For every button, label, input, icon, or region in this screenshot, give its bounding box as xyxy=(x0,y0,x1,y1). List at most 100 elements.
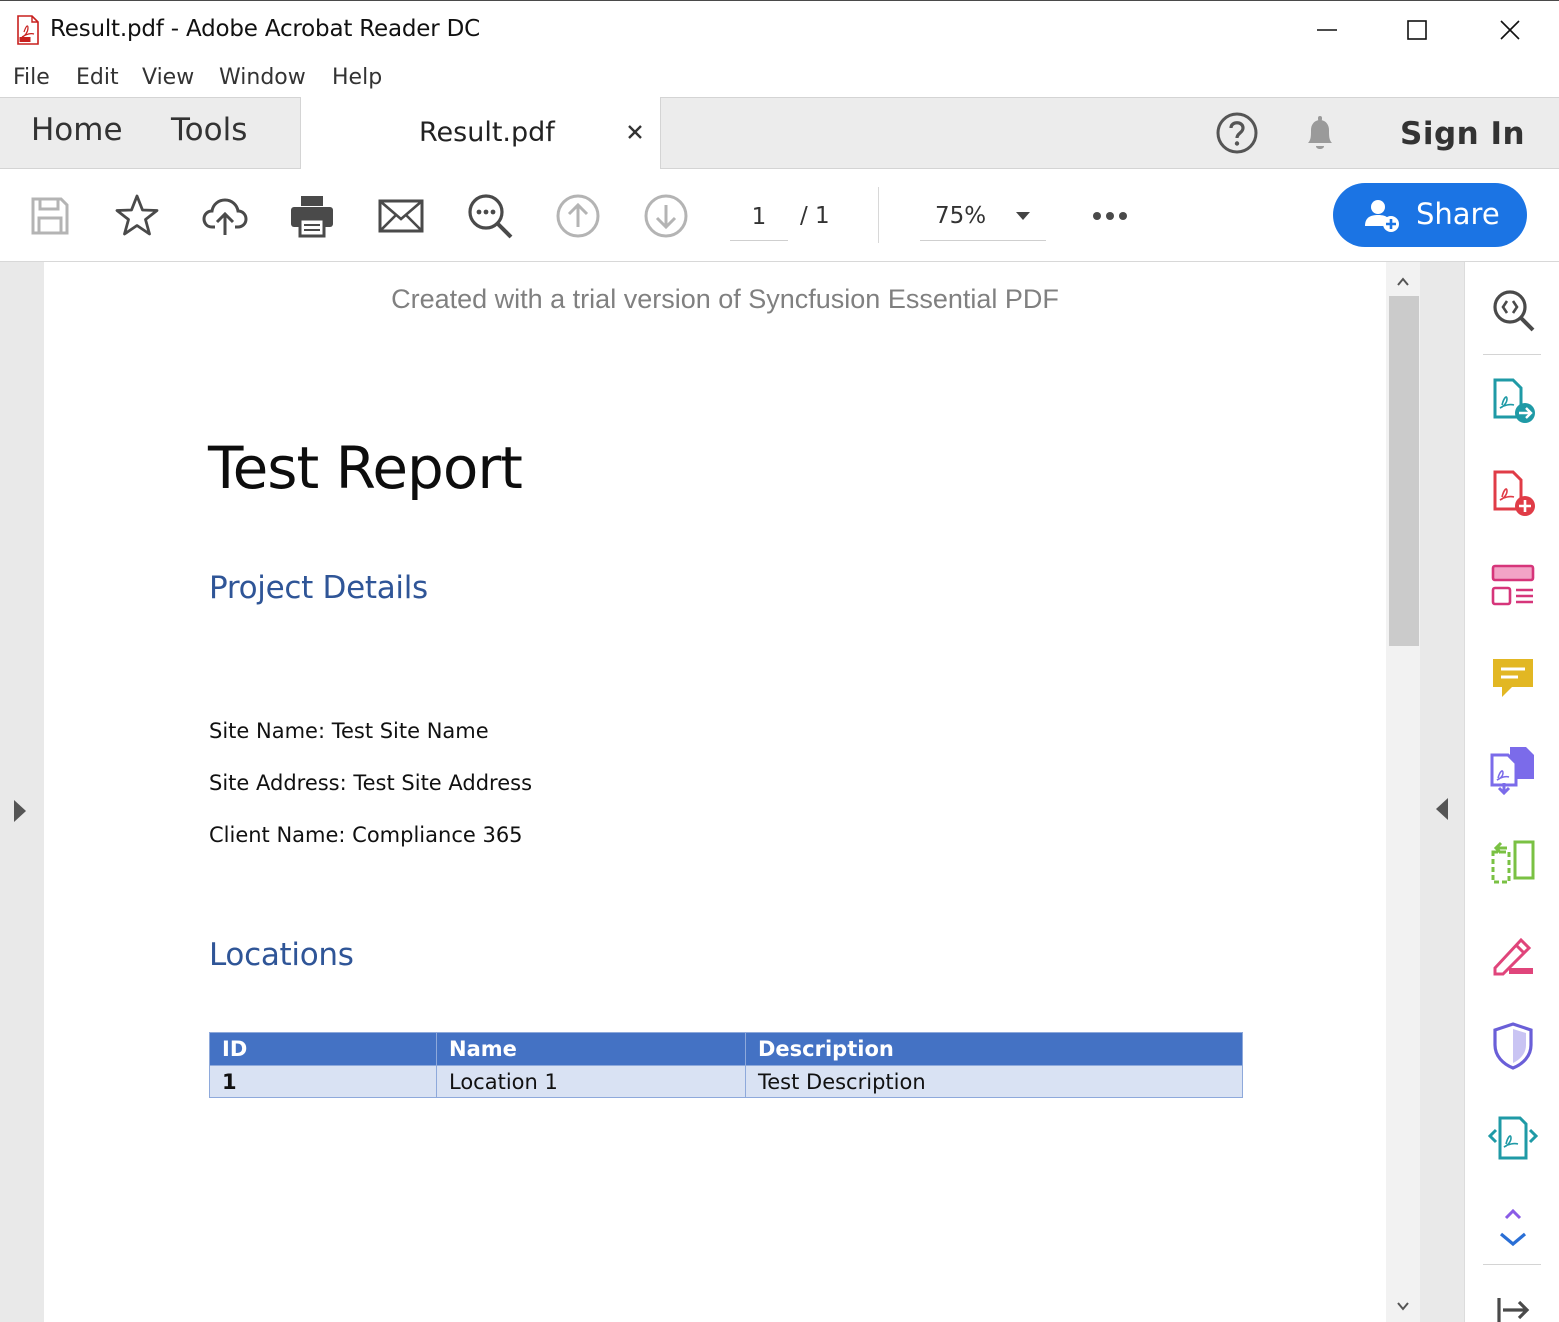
protect-shield-icon xyxy=(1493,1022,1533,1070)
tools-pane xyxy=(1464,262,1559,1322)
menu-help[interactable]: Help xyxy=(332,65,382,90)
add-person-icon xyxy=(1365,200,1399,232)
combine-files-icon xyxy=(1490,747,1534,795)
help-icon[interactable] xyxy=(1214,110,1260,156)
locations-heading: Locations xyxy=(209,937,354,973)
menu-window[interactable]: Window xyxy=(219,65,306,90)
maximize-icon xyxy=(1407,20,1427,40)
compress-pdf-icon xyxy=(1488,1116,1538,1160)
client-name-line: Client Name: Compliance 365 xyxy=(209,823,523,847)
protect-button[interactable] xyxy=(1487,1020,1539,1072)
cloud-upload-icon xyxy=(202,198,248,235)
export-pdf-button[interactable] xyxy=(1487,376,1539,428)
window-title: Result.pdf - Adobe Acrobat Reader DC xyxy=(50,16,480,42)
page-total: / 1 xyxy=(800,203,830,229)
pdf-page: Created with a trial version of Syncfusi… xyxy=(44,262,1386,1322)
next-page-button[interactable] xyxy=(641,191,691,241)
collapse-right-pane-icon[interactable] xyxy=(1436,798,1448,820)
collapse-panel-button[interactable] xyxy=(1487,1284,1539,1322)
arrow-down-circle-icon xyxy=(644,194,688,238)
tab-bar: Home Tools Result.pdf Sign In xyxy=(0,97,1559,170)
arrow-up-circle-icon xyxy=(556,194,600,238)
table-header-row: ID Name Description xyxy=(209,1032,1243,1066)
column-header-id: ID xyxy=(209,1032,437,1066)
menu-bar: File Edit View Window Help xyxy=(0,59,1559,97)
cell-name: Location 1 xyxy=(436,1065,746,1098)
scroll-down-icon[interactable] xyxy=(1395,1298,1411,1314)
notifications-bell-icon[interactable] xyxy=(1297,110,1343,156)
acrobat-app-icon xyxy=(17,15,39,45)
column-header-description: Description xyxy=(745,1032,1243,1066)
find-text-button[interactable] xyxy=(465,191,515,241)
locations-table: ID Name Description 1 Location 1 Test De… xyxy=(209,1032,1243,1098)
share-label: Share xyxy=(1416,197,1500,231)
zoom-value: 75% xyxy=(935,203,987,229)
sign-in-link[interactable]: Sign In xyxy=(1400,116,1525,152)
collapse-panel-icon xyxy=(1497,1298,1530,1322)
menu-file[interactable]: File xyxy=(13,65,50,90)
previous-page-button[interactable] xyxy=(553,191,603,241)
toolbar: 1 / 1 75% Share xyxy=(0,169,1559,262)
menu-edit[interactable]: Edit xyxy=(76,65,119,90)
print-button[interactable] xyxy=(287,191,337,241)
combine-files-button[interactable] xyxy=(1487,744,1539,796)
tab-home[interactable]: Home xyxy=(31,112,123,148)
organize-pages-button[interactable] xyxy=(1487,836,1539,888)
minimize-button[interactable] xyxy=(1282,1,1372,59)
share-button[interactable]: Share xyxy=(1333,183,1527,247)
edit-pdf-button[interactable] xyxy=(1487,560,1539,612)
more-dots-icon xyxy=(1093,212,1127,220)
panel-divider xyxy=(1483,1264,1541,1265)
page-number-input[interactable]: 1 xyxy=(730,199,788,241)
zoom-search-button[interactable] xyxy=(1487,284,1539,336)
document-tab-label: Result.pdf xyxy=(419,117,555,148)
compress-pdf-button[interactable] xyxy=(1487,1112,1539,1164)
cell-id: 1 xyxy=(209,1065,437,1098)
column-header-name: Name xyxy=(436,1032,746,1066)
expand-left-pane-icon[interactable] xyxy=(14,800,26,822)
project-details-heading: Project Details xyxy=(209,570,428,606)
edit-pdf-icon xyxy=(1491,564,1535,606)
create-pdf-icon xyxy=(1493,470,1535,516)
minimize-icon xyxy=(1317,29,1337,31)
zoom-dropdown[interactable]: 75% xyxy=(920,199,1046,241)
scrollbar-thumb[interactable] xyxy=(1389,296,1419,646)
close-tab-icon[interactable] xyxy=(623,120,647,144)
site-address-line: Site Address: Test Site Address xyxy=(209,771,533,795)
printer-icon xyxy=(291,196,333,238)
left-nav-strip xyxy=(0,262,44,1322)
table-row: 1 Location 1 Test Description xyxy=(209,1065,1243,1098)
fill-sign-icon xyxy=(1493,937,1533,976)
maximize-button[interactable] xyxy=(1372,1,1462,59)
vertical-scrollbar[interactable] xyxy=(1386,262,1420,1322)
more-tools-button[interactable] xyxy=(1487,1202,1539,1254)
close-icon xyxy=(1500,20,1520,40)
more-tools-icon xyxy=(1499,1208,1527,1247)
toolbar-divider xyxy=(878,187,879,243)
trial-watermark: Created with a trial version of Syncfusi… xyxy=(391,284,1059,314)
export-pdf-icon xyxy=(1493,378,1535,423)
bookmark-star-button[interactable] xyxy=(112,191,162,241)
save-button[interactable] xyxy=(25,191,75,241)
cell-description: Test Description xyxy=(745,1065,1243,1098)
scroll-up-icon[interactable] xyxy=(1395,274,1411,290)
email-button[interactable] xyxy=(376,191,426,241)
create-pdf-button[interactable] xyxy=(1487,468,1539,520)
close-window-button[interactable] xyxy=(1465,1,1555,59)
zoom-search-icon xyxy=(1493,290,1535,332)
save-icon xyxy=(31,197,69,235)
tab-document[interactable]: Result.pdf xyxy=(300,97,661,170)
organize-pages-icon xyxy=(1491,840,1535,884)
comment-icon xyxy=(1493,659,1533,697)
chevron-down-icon xyxy=(1016,212,1030,220)
fill-sign-button[interactable] xyxy=(1487,928,1539,980)
tab-tools[interactable]: Tools xyxy=(171,112,247,148)
more-options-button[interactable] xyxy=(1085,191,1135,241)
search-icon xyxy=(468,194,513,239)
menu-view[interactable]: View xyxy=(142,65,194,90)
panel-divider xyxy=(1483,354,1541,355)
comment-button[interactable] xyxy=(1487,652,1539,704)
right-pane-gutter xyxy=(1420,262,1464,1322)
upload-cloud-button[interactable] xyxy=(200,191,250,241)
site-name-line: Site Name: Test Site Name xyxy=(209,719,489,743)
